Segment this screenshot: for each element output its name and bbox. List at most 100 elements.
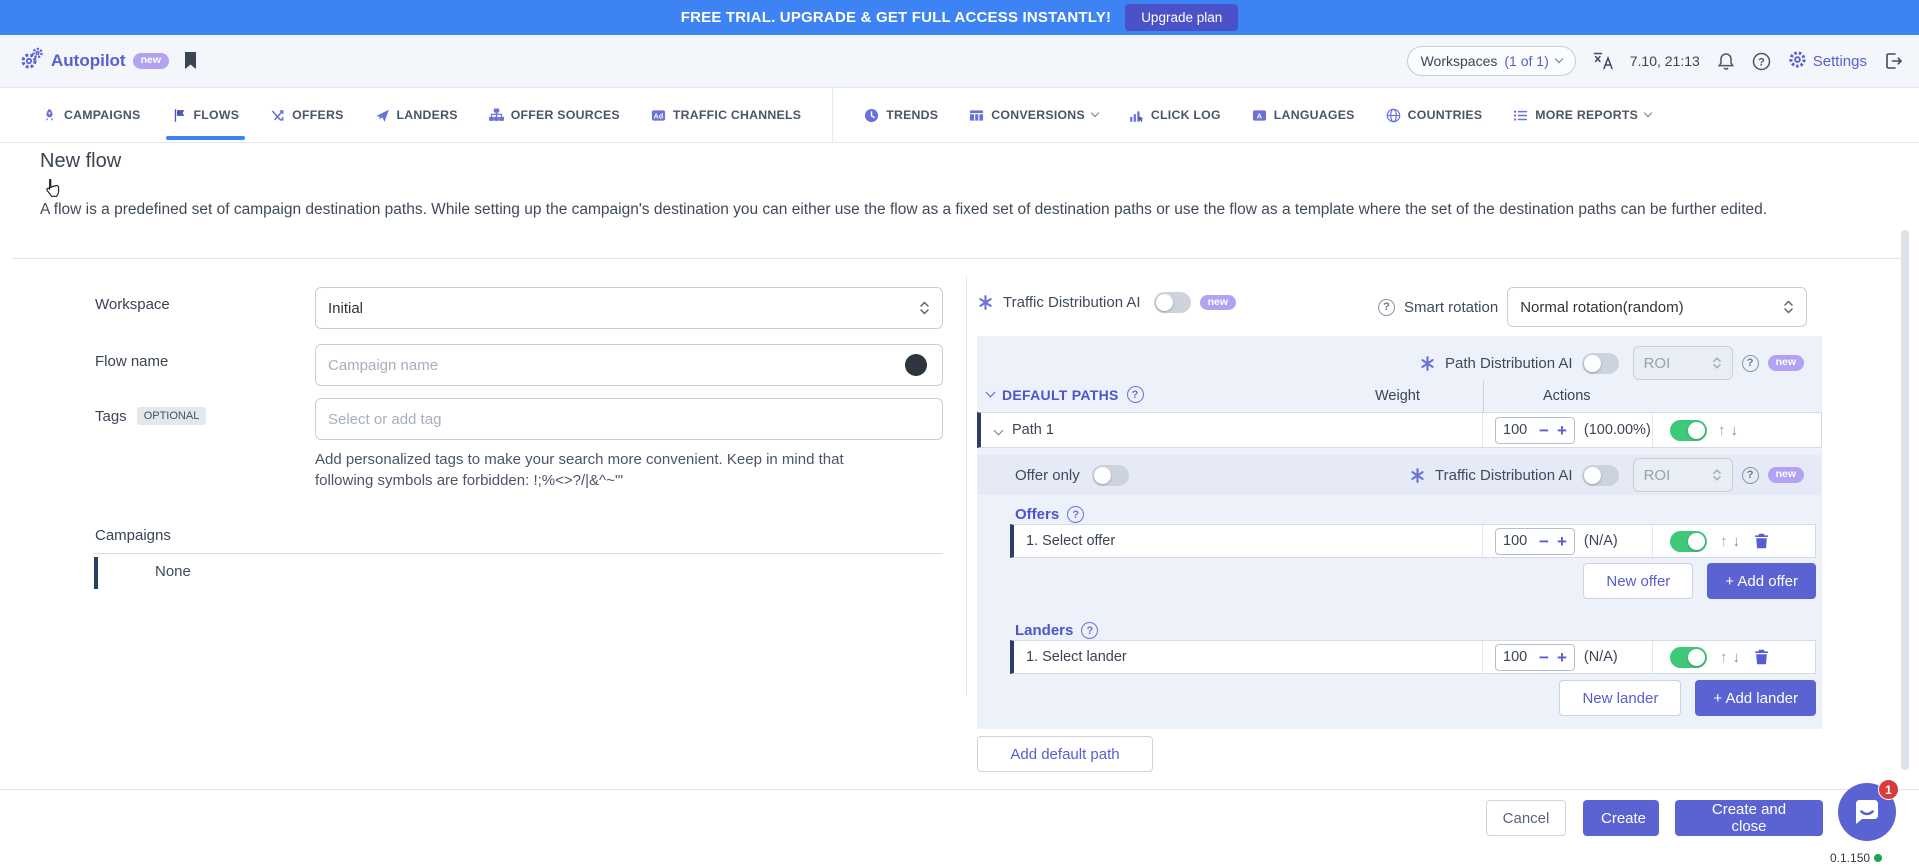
plus-button[interactable]: + <box>1557 422 1567 439</box>
weight-stepper: − + <box>1495 644 1575 671</box>
move-down-icon[interactable]: ↓ <box>1733 649 1742 666</box>
move-up-icon[interactable]: ↑ <box>1720 533 1729 550</box>
promo-text: FREE TRIAL. UPGRADE & GET FULL ACCESS IN… <box>681 9 1111 26</box>
move-down-icon[interactable]: ↓ <box>1731 422 1740 439</box>
nav-languages[interactable]: A LANGUAGES <box>1252 108 1355 123</box>
workspace-select[interactable]: Initial <box>315 287 943 329</box>
path-weight-cell: − + (100.00%) <box>1482 413 1652 447</box>
name-indicator-dot[interactable] <box>905 354 927 376</box>
path-ai-metric-select[interactable]: ROI <box>1633 346 1733 380</box>
logout-icon[interactable] <box>1884 52 1903 70</box>
lander-row[interactable]: 1. Select lander − + (N/A) ↑ ↓ <box>1010 640 1816 674</box>
workspaces-label: Workspaces <box>1421 53 1498 69</box>
delete-offer-button[interactable] <box>1754 533 1769 549</box>
actions-column-header: Actions <box>1543 388 1591 404</box>
offer-ai-label: Traffic Distribution AI <box>1435 467 1573 484</box>
section-divider <box>12 258 1907 259</box>
translate-icon[interactable] <box>1593 52 1613 70</box>
nav-conversions[interactable]: CONVERSIONS <box>969 108 1098 123</box>
plus-button[interactable]: + <box>1557 649 1567 666</box>
minus-button[interactable]: − <box>1539 533 1549 550</box>
flow-name-input[interactable] <box>315 344 943 386</box>
new-offer-button[interactable]: New offer <box>1583 563 1693 599</box>
move-down-icon[interactable]: ↓ <box>1733 533 1742 550</box>
nav-click-log[interactable]: CLICK LOG <box>1129 108 1221 123</box>
offer-percent: (N/A) <box>1584 533 1618 549</box>
help-icon[interactable]: ? <box>1742 467 1759 484</box>
weight-stepper: − + <box>1495 417 1575 444</box>
workspaces-dropdown[interactable]: Workspaces (1 of 1) <box>1407 46 1576 76</box>
minus-button[interactable]: − <box>1539 649 1549 666</box>
notifications-bell-icon[interactable] <box>1717 52 1735 71</box>
help-icon[interactable]: ? <box>1081 622 1098 639</box>
nav-countries[interactable]: COUNTRIES <box>1386 108 1483 123</box>
chat-widget-button[interactable]: 1 <box>1838 783 1896 841</box>
help-icon[interactable]: ? <box>1752 52 1771 71</box>
help-icon[interactable]: ? <box>1067 506 1084 523</box>
nav-traffic-channels[interactable]: Ad TRAFFIC CHANNELS <box>651 108 801 123</box>
smart-rotation-select[interactable]: Normal rotation(random) <box>1507 287 1807 327</box>
ai-icon <box>1419 355 1436 372</box>
default-paths-header[interactable]: DEFAULT PATHS ? <box>987 386 1144 403</box>
tags-input[interactable] <box>315 398 943 440</box>
nav-offer-sources[interactable]: OFFER SOURCES <box>489 108 620 123</box>
move-up-icon[interactable]: ↑ <box>1720 649 1729 666</box>
move-up-icon[interactable]: ↑ <box>1718 422 1727 439</box>
nav-trends[interactable]: TRENDS <box>864 108 938 123</box>
offer-row[interactable]: 1. Select offer − + (N/A) ↑ ↓ <box>1010 524 1816 558</box>
click-chart-icon <box>1129 108 1144 123</box>
add-offer-button[interactable]: + Add offer <box>1707 563 1816 599</box>
campaigns-value: None <box>155 563 191 580</box>
plus-button[interactable]: + <box>1557 533 1567 550</box>
weight-input[interactable] <box>1503 649 1531 665</box>
select-chevrons-icon <box>1712 468 1722 482</box>
path-ai-label: Path Distribution AI <box>1445 355 1573 372</box>
chat-bubble-icon <box>1852 797 1882 827</box>
cancel-button[interactable]: Cancel <box>1486 800 1566 836</box>
create-and-close-button[interactable]: Create and close <box>1675 800 1823 836</box>
add-lander-button[interactable]: + Add lander <box>1695 680 1816 716</box>
chevron-down-icon <box>1644 109 1652 117</box>
create-button[interactable]: Create <box>1583 800 1659 836</box>
lander-enabled-toggle[interactable] <box>1670 647 1707 668</box>
new-lander-button[interactable]: New lander <box>1559 680 1681 716</box>
nav-more-reports[interactable]: MORE REPORTS <box>1513 108 1651 123</box>
add-default-path-button[interactable]: Add default path <box>977 736 1153 772</box>
list-icon <box>1513 108 1528 123</box>
nav-campaigns[interactable]: CAMPAIGNS <box>42 108 141 123</box>
bookmark-icon[interactable] <box>183 51 198 71</box>
nav-offers[interactable]: OFFERS <box>270 108 343 123</box>
page-description: A flow is a predefined set of campaign d… <box>40 200 1852 221</box>
offer-only-toggle[interactable] <box>1092 465 1129 486</box>
rocket-icon <box>42 108 57 123</box>
path-enabled-toggle[interactable] <box>1670 420 1707 441</box>
help-icon[interactable]: ? <box>1127 386 1144 403</box>
help-icon[interactable]: ? <box>1378 299 1395 316</box>
minus-button[interactable]: − <box>1539 422 1549 439</box>
nav-landers[interactable]: LANDERS <box>375 108 458 123</box>
vertical-scrollbar[interactable] <box>1901 230 1909 770</box>
chevron-down-icon <box>1554 55 1562 63</box>
offers-section-title: Offers ? <box>1015 506 1084 523</box>
column-divider <box>966 276 967 696</box>
offer-only-row: Offer only Traffic Distribution AI ROI ?… <box>977 455 1822 495</box>
settings-button[interactable]: Settings <box>1788 50 1867 73</box>
offer-ai-toggle[interactable] <box>1582 465 1619 486</box>
delete-lander-button[interactable] <box>1754 649 1769 665</box>
path-row[interactable]: Path 1 − + (100.00%) ↑ ↓ <box>977 412 1822 448</box>
traffic-ai-toggle[interactable] <box>1154 292 1191 313</box>
offer-weight-cell: − + (N/A) <box>1482 525 1652 557</box>
svg-text:?: ? <box>1758 56 1765 68</box>
weight-input[interactable] <box>1503 533 1531 549</box>
offer-ai-metric-select[interactable]: ROI <box>1633 458 1733 492</box>
gears-icon <box>20 47 44 76</box>
weight-stepper: − + <box>1495 528 1575 555</box>
nav-flows[interactable]: FLOWS <box>172 108 240 123</box>
status-dot <box>1874 854 1882 862</box>
upgrade-plan-button[interactable]: Upgrade plan <box>1125 4 1238 31</box>
app-logo[interactable]: Autopilot new <box>20 47 169 76</box>
offer-enabled-toggle[interactable] <box>1670 531 1707 552</box>
weight-input[interactable] <box>1503 422 1531 438</box>
path-ai-toggle[interactable] <box>1582 353 1619 374</box>
help-icon[interactable]: ? <box>1742 355 1759 372</box>
